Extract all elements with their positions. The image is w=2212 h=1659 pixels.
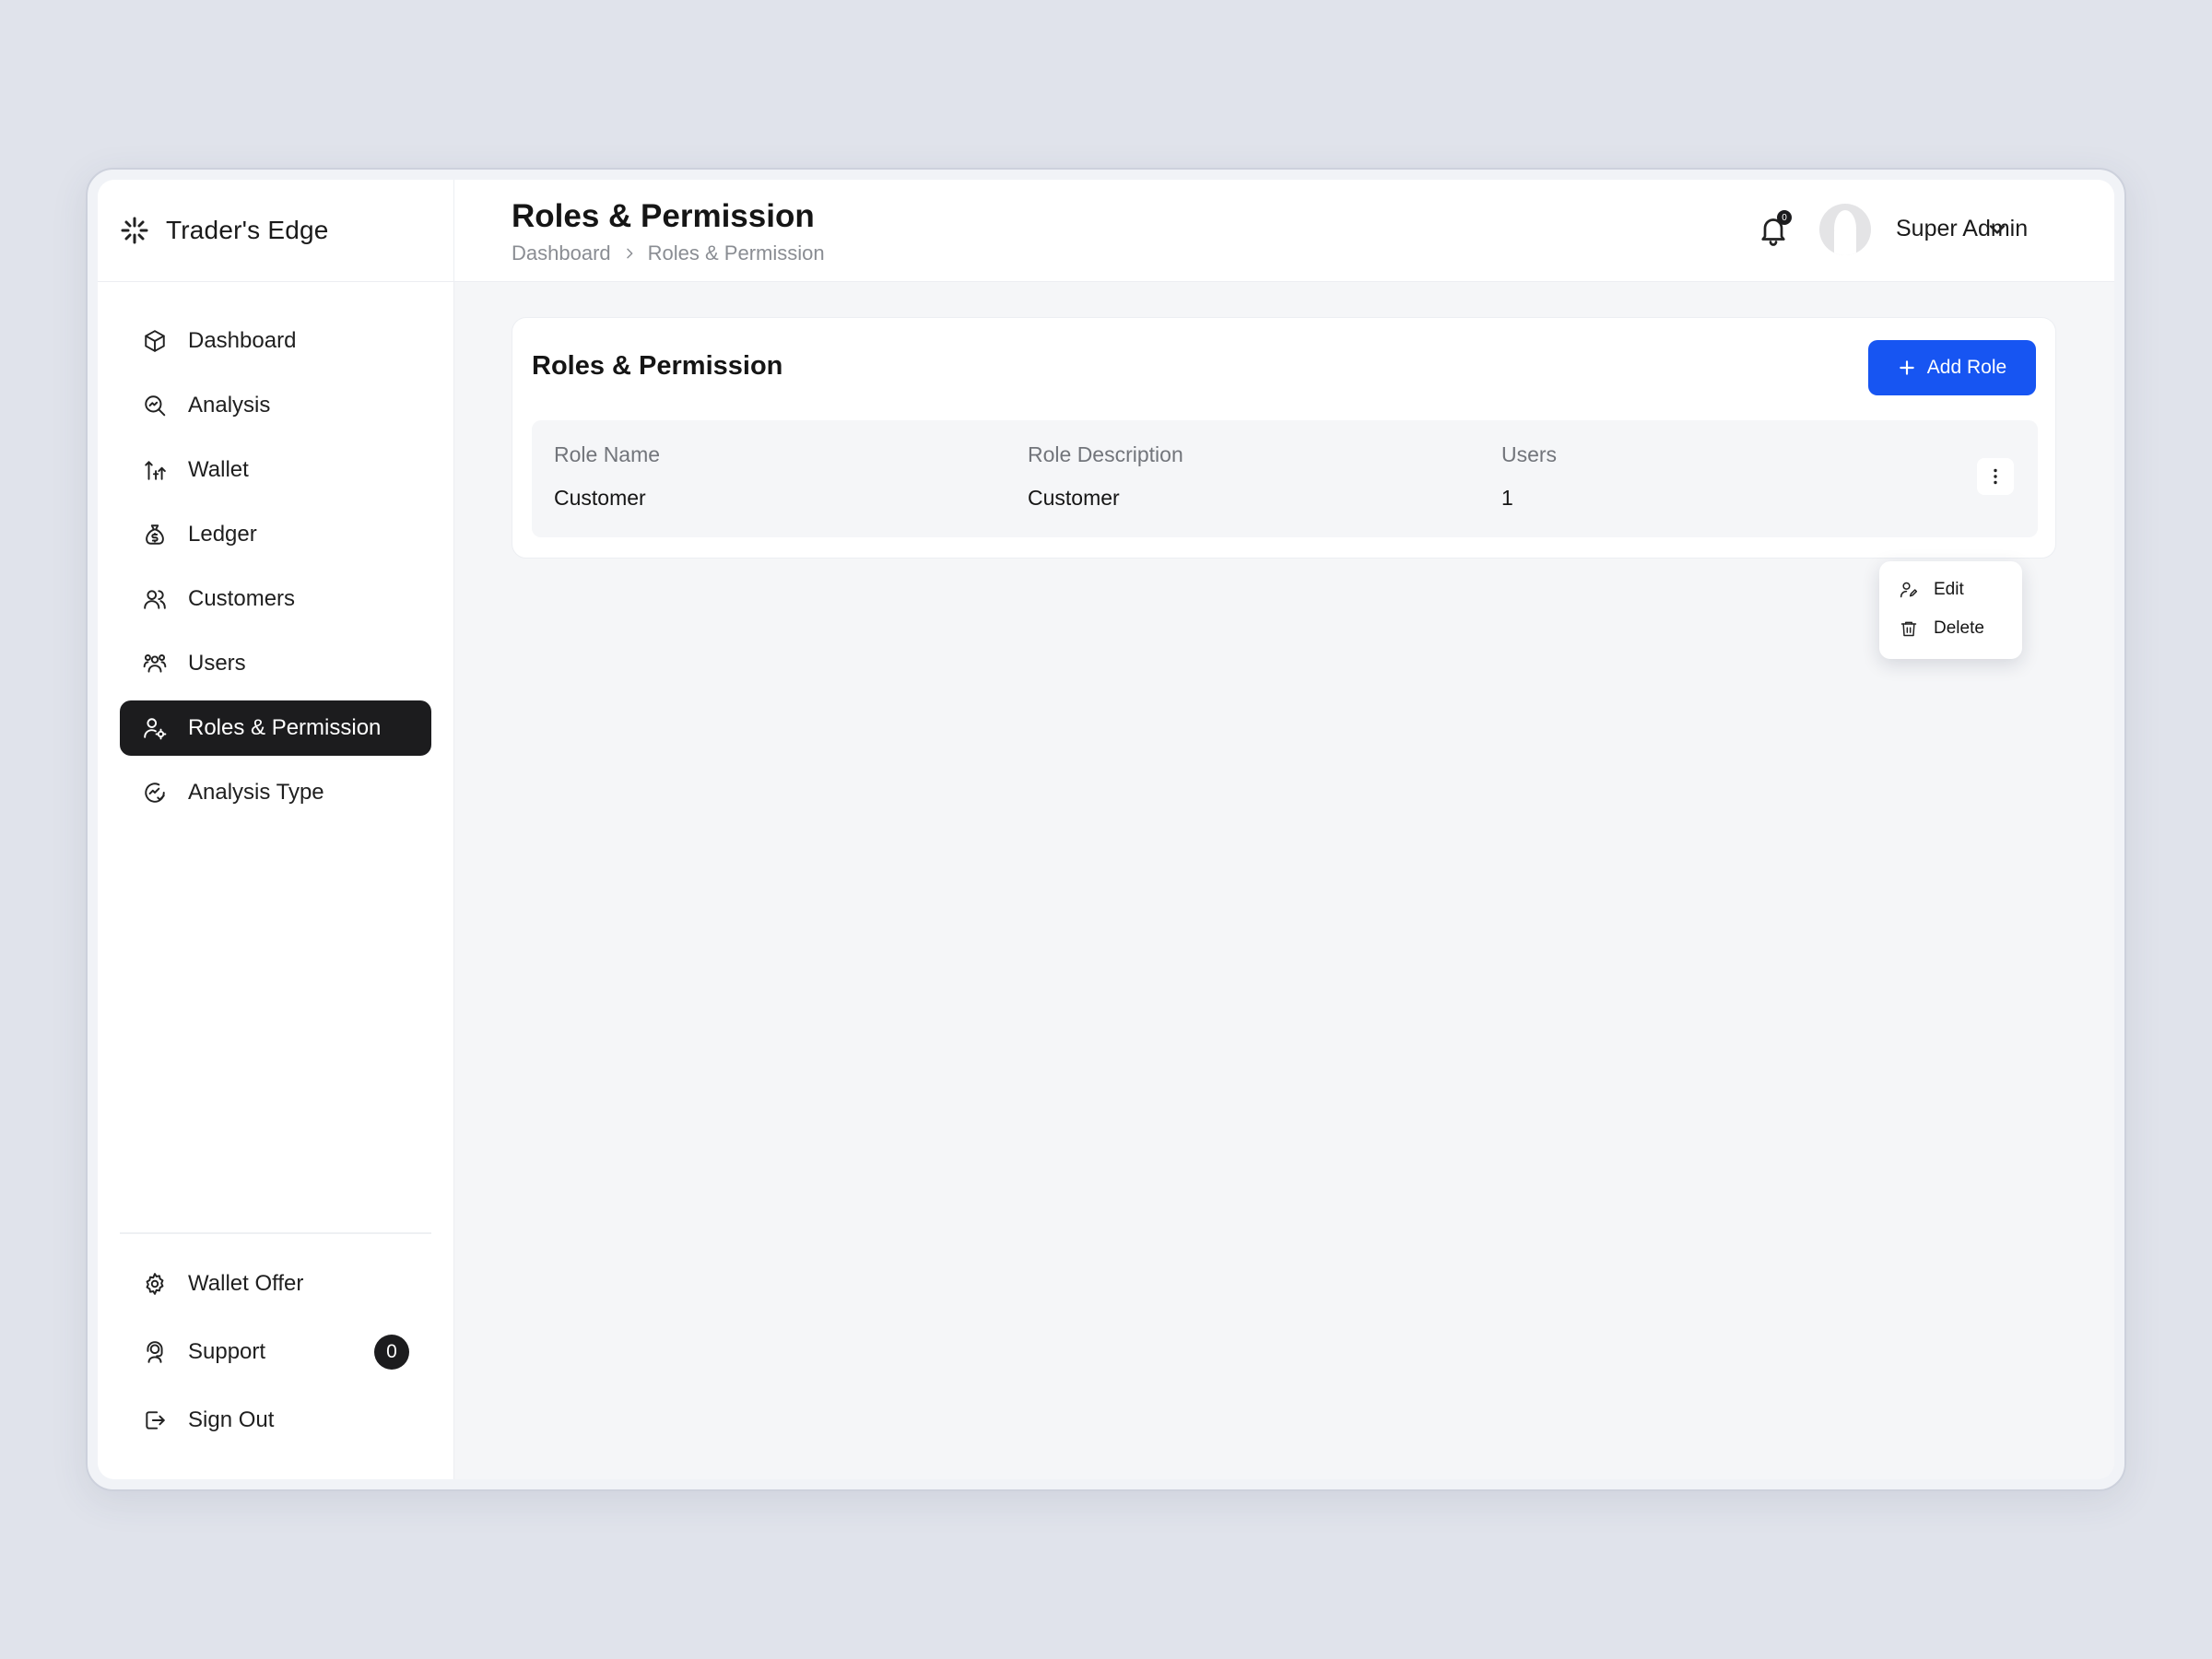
card-title: Roles & Permission	[532, 351, 783, 381]
sidebar-item-label: Roles & Permission	[188, 715, 382, 740]
app-window: Trader's Edge Dashboard Analysis Wallet …	[98, 180, 2114, 1479]
top-bar: Roles & Permission Dashboard Roles & Per…	[454, 180, 2114, 282]
support-count-badge: 0	[374, 1335, 409, 1370]
column-header-role-description: Role Description	[1028, 442, 1183, 466]
row-actions-button[interactable]	[1977, 458, 2014, 495]
row-actions-menu: Edit Delete	[1879, 561, 2022, 659]
column-header-users: Users	[1501, 442, 1558, 466]
sidebar-item-roles-permission[interactable]: Roles & Permission	[120, 700, 431, 756]
search-chart-icon	[142, 393, 168, 418]
chevron-right-icon	[622, 246, 637, 261]
transfer-icon	[142, 457, 168, 483]
support-agent-icon	[142, 1339, 168, 1365]
avatar[interactable]	[1819, 204, 1871, 255]
sidebar-item-label: Ledger	[188, 522, 257, 547]
sidebar: Trader's Edge Dashboard Analysis Wallet …	[98, 180, 454, 1479]
menu-item-label: Edit	[1934, 580, 1964, 599]
spark-logo-icon	[120, 216, 149, 245]
brand-name: Trader's Edge	[166, 216, 329, 244]
breadcrumb: Dashboard Roles & Permission	[512, 241, 825, 265]
sidebar-item-label: Customers	[188, 586, 296, 611]
cell-role-description: Customer	[1028, 486, 1120, 510]
add-role-label: Add Role	[1926, 357, 2007, 378]
sidebar-item-label: Analysis	[188, 393, 271, 418]
brand[interactable]: Trader's Edge	[98, 180, 453, 282]
sidebar-item-label: Analysis Type	[188, 780, 324, 805]
money-bag-icon	[142, 522, 168, 547]
notification-bell[interactable]: 0	[1757, 210, 1794, 247]
sidebar-item-wallet-offer[interactable]: Wallet Offer	[120, 1256, 431, 1312]
sidebar-item-dashboard[interactable]: Dashboard	[120, 313, 431, 369]
trash-icon	[1900, 619, 1920, 638]
breadcrumb-current: Roles & Permission	[647, 241, 825, 265]
add-role-button[interactable]: Add Role	[1868, 340, 2036, 395]
sidebar-item-label: Sign Out	[188, 1407, 275, 1432]
sidebar-item-analysis-type[interactable]: Analysis Type	[120, 765, 431, 820]
sidebar-item-ledger[interactable]: Ledger	[120, 507, 431, 562]
chart-check-icon	[142, 780, 168, 806]
users-icon	[142, 586, 168, 612]
logout-icon	[142, 1407, 168, 1433]
menu-item-label: Delete	[1934, 618, 1984, 638]
app-frame: Trader's Edge Dashboard Analysis Wallet …	[86, 168, 2126, 1491]
sidebar-item-label: Users	[188, 651, 246, 676]
group-icon	[142, 651, 168, 677]
cube-icon	[142, 328, 168, 354]
user-edit-icon	[1900, 581, 1920, 599]
sidebar-item-wallet[interactable]: Wallet	[120, 442, 431, 498]
menu-item-delete[interactable]: Delete	[1879, 609, 2022, 648]
notification-count-badge: 0	[1777, 210, 1792, 225]
column-header-role-name: Role Name	[554, 442, 661, 466]
sidebar-item-label: Wallet	[188, 457, 249, 482]
sidebar-item-analysis[interactable]: Analysis	[120, 378, 431, 433]
roles-card: Roles & Permission Add Role Role Name Ro…	[512, 317, 2056, 559]
sidebar-item-support[interactable]: Support 0	[120, 1324, 431, 1380]
gear-icon	[142, 1271, 168, 1297]
sidebar-item-label: Dashboard	[188, 328, 297, 353]
breadcrumb-dashboard[interactable]: Dashboard	[512, 241, 611, 265]
sidebar-item-label: Support	[188, 1339, 266, 1364]
cell-role-name: Customer	[554, 486, 646, 510]
sidebar-nav: Dashboard Analysis Wallet Ledger Custome…	[98, 282, 453, 820]
more-vertical-icon	[1994, 468, 1997, 485]
page-title: Roles & Permission	[512, 198, 815, 234]
plus-icon	[1900, 360, 1914, 375]
roles-table: Role Name Role Description Users Custome…	[532, 420, 2038, 537]
sidebar-bottom: Wallet Offer Support 0 Sign Out	[120, 1232, 431, 1461]
sidebar-item-label: Wallet Offer	[188, 1271, 304, 1296]
cell-users: 1	[1501, 486, 1513, 510]
sidebar-item-users[interactable]: Users	[120, 636, 431, 691]
main-content: Roles & Permission Dashboard Roles & Per…	[454, 180, 2114, 1479]
menu-item-edit[interactable]: Edit	[1879, 571, 2022, 609]
sidebar-item-customers[interactable]: Customers	[120, 571, 431, 627]
user-gear-icon	[142, 715, 168, 741]
chevron-down-icon[interactable]	[1984, 217, 2010, 242]
sidebar-item-sign-out[interactable]: Sign Out	[120, 1393, 431, 1448]
